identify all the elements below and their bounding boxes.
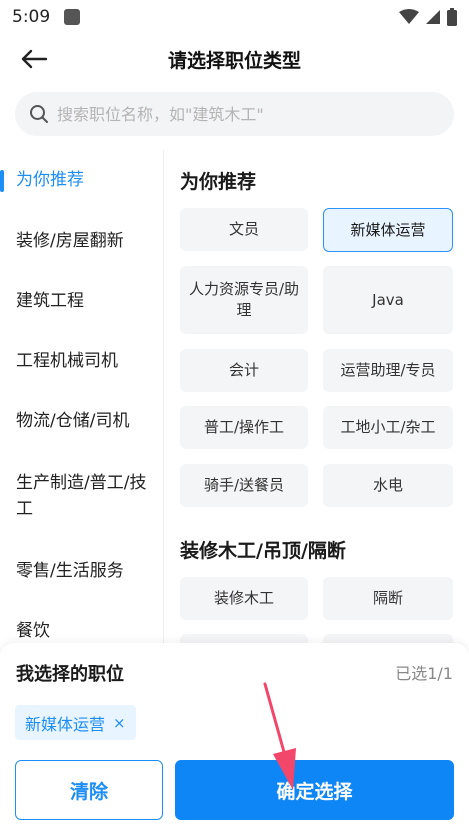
job-chip[interactable]: 普工/操作工 xyxy=(180,406,308,449)
signal-icon xyxy=(426,10,440,24)
job-chip[interactable]: 水电 xyxy=(323,464,453,507)
section-title: 为你推荐 xyxy=(180,171,257,193)
sidebar-item-manufacturing[interactable]: 生产制造/普工/技工 xyxy=(0,470,150,522)
section-title: 装修木工/吊顶/隔断 xyxy=(180,540,346,562)
sidebar-item-retail[interactable]: 零售/生活服务 xyxy=(0,558,164,584)
selected-job-label: 新媒体运营 xyxy=(25,714,106,734)
job-chip[interactable]: Java xyxy=(323,266,453,334)
status-icons xyxy=(399,8,457,26)
job-chip[interactable]: 人力资源专员/助理 xyxy=(180,266,308,334)
selected-count: 已选1/1 xyxy=(395,664,453,683)
confirm-button[interactable]: 确定选择 xyxy=(175,760,454,820)
sidebar-item-label: 零售/生活服务 xyxy=(16,561,124,581)
search-icon xyxy=(30,105,48,123)
back-button[interactable] xyxy=(16,43,52,75)
status-bar: 5:09 xyxy=(0,0,469,34)
sidebar-item-label: 物流/仓储/司机 xyxy=(16,411,130,431)
job-chip[interactable]: 会计 xyxy=(180,349,308,392)
top-bar: 请选择职位类型 xyxy=(0,34,469,84)
sidebar-item-label: 工程机械司机 xyxy=(16,351,118,371)
back-arrow-icon xyxy=(21,49,48,69)
job-chip[interactable]: 运营助理/专员 xyxy=(323,349,453,392)
clear-button[interactable]: 清除 xyxy=(15,760,163,820)
search-input[interactable] xyxy=(57,104,437,124)
sidebar-item-label: 装修/房屋翻新 xyxy=(16,231,124,251)
selected-title: 我选择的职位 xyxy=(16,664,124,685)
wifi-icon xyxy=(399,9,419,24)
sidebar-item-catering[interactable]: 餐饮 xyxy=(0,618,164,644)
sidebar-item-machinery-driver[interactable]: 工程机械司机 xyxy=(0,348,164,374)
remove-icon[interactable]: × xyxy=(113,714,126,732)
job-chip[interactable]: 骑手/送餐员 xyxy=(180,464,308,507)
sidebar-item-renovation[interactable]: 装修/房屋翻新 xyxy=(0,228,164,254)
search-bar[interactable] xyxy=(15,92,454,136)
sidebar-item-construction[interactable]: 建筑工程 xyxy=(0,288,164,314)
sidebar-item-logistics[interactable]: 物流/仓储/司机 xyxy=(0,408,164,434)
sidebar-item-label: 餐饮 xyxy=(16,621,50,641)
selection-panel: 我选择的职位 已选1/1 新媒体运营 × 清除 确定选择 xyxy=(0,643,469,835)
status-time: 5:09 xyxy=(12,7,51,27)
battery-icon xyxy=(447,8,457,26)
job-chip[interactable]: 文员 xyxy=(180,208,308,251)
page-title: 请选择职位类型 xyxy=(167,49,301,72)
notification-icon xyxy=(64,9,81,25)
sidebar-item-label: 建筑工程 xyxy=(16,291,84,311)
content-area: 为你推荐 装修/房屋翻新 建筑工程 工程机械司机 物流/仓储/司机 生产制造/普… xyxy=(0,150,469,645)
job-chip[interactable]: 隔断 xyxy=(323,577,453,620)
selected-job-chip: 新媒体运营 × xyxy=(15,705,136,740)
job-chip[interactable]: 工地小工/杂工 xyxy=(323,406,453,449)
category-sidebar[interactable]: 为你推荐 装修/房屋翻新 建筑工程 工程机械司机 物流/仓储/司机 生产制造/普… xyxy=(0,150,164,645)
job-chip[interactable]: 装修木工 xyxy=(180,577,308,620)
job-list-panel: 为你推荐 文员 新媒体运营 人力资源专员/助理 Java 会计 运营助理/专员 … xyxy=(164,150,469,645)
sidebar-item-recommend[interactable]: 为你推荐 xyxy=(0,167,164,193)
job-chip-selected[interactable]: 新媒体运营 xyxy=(323,208,453,252)
sidebar-item-label: 生产制造/普工/技工 xyxy=(16,473,147,519)
sidebar-item-label: 为你推荐 xyxy=(16,170,84,190)
